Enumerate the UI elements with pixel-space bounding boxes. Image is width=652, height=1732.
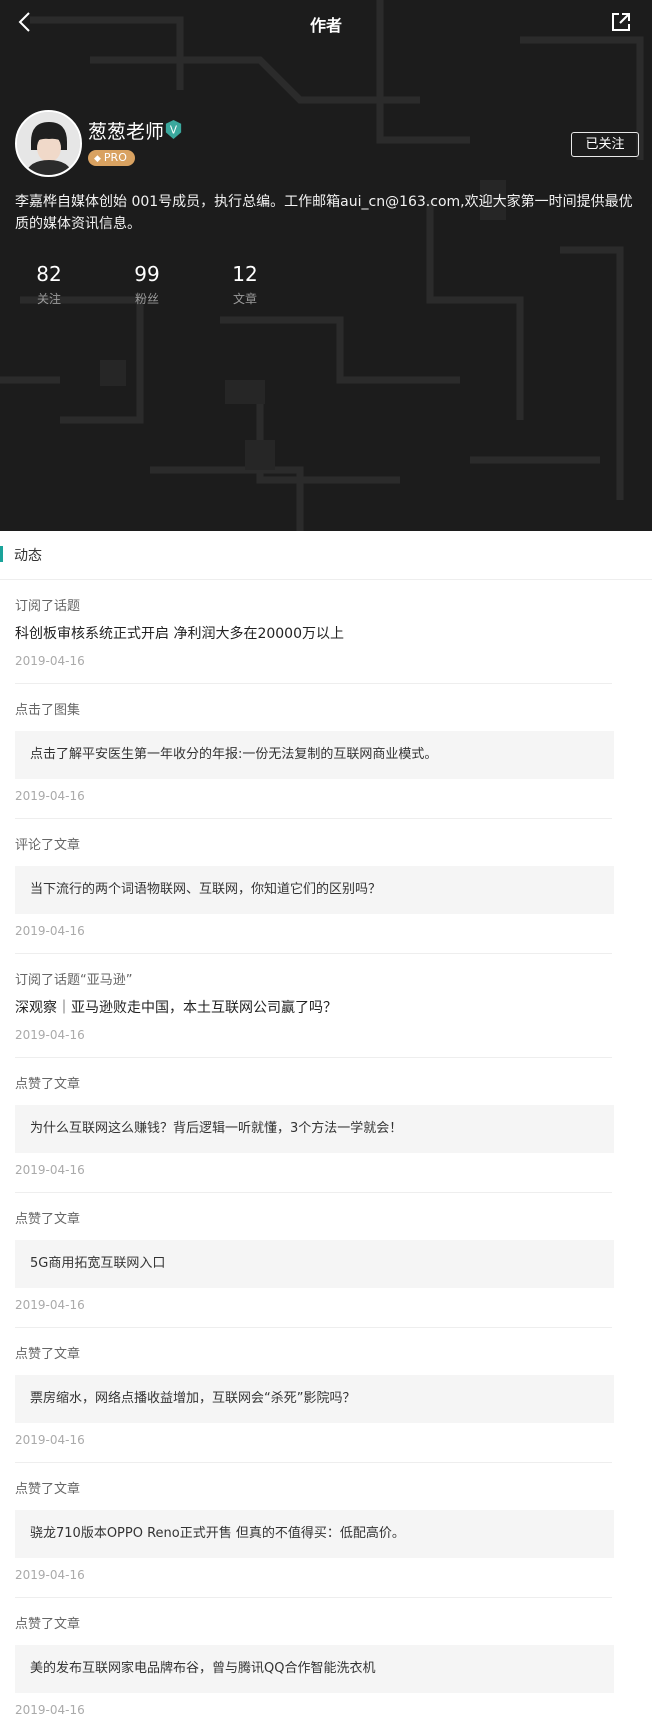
feed-content-card[interactable]: 票房缩水，网络点播收益增加，互联网会“杀死”影院吗？	[15, 1375, 614, 1423]
feed-action: 订阅了话题“亚马逊”	[15, 973, 133, 988]
feed-action: 评论了文章	[15, 838, 81, 853]
feed-content-card[interactable]: 美的发布互联网家电品牌布谷，曾与腾讯QQ合作智能洗衣机	[15, 1645, 614, 1693]
share-external-icon[interactable]	[610, 11, 632, 33]
section-accent-bar	[0, 546, 3, 562]
feed-item: 点赞了文章 5G商用拓宽互联网入口 2019-04-16	[15, 1193, 614, 1328]
pro-badge: ◆ PRO	[88, 150, 135, 166]
svg-text:V: V	[170, 124, 178, 136]
feed-content-link[interactable]: 深观察｜亚马逊败走中国，本土互联网公司赢了吗？	[15, 998, 612, 1018]
feed-content-card[interactable]: 骁龙710版本OPPO Reno正式开售 但真的不值得买：低配高价。	[15, 1510, 614, 1558]
feed-content-card[interactable]: 5G商用拓宽互联网入口	[15, 1240, 614, 1288]
feed-action: 点赞了文章	[15, 1077, 81, 1092]
activity-section-header: 动态	[0, 531, 652, 580]
profile-header: 作者 葱葱老师 V ◆ PRO 已关注 李嘉桦自媒体创始 001号成员，执行总编。…	[0, 0, 652, 531]
author-name: 葱葱老师	[88, 121, 165, 143]
feed-action: 点击了图集	[15, 703, 81, 718]
feed-item: 点赞了文章骁龙710版本OPPO Reno正式开售 但真的不值得买：低配高价。 2…	[15, 1463, 614, 1598]
feed-action: 订阅了话题	[15, 599, 81, 614]
feed-date: 2019-04-16	[15, 654, 85, 668]
section-title: 动态	[14, 548, 42, 564]
feed-action: 点赞了文章	[15, 1347, 81, 1362]
feed-date: 2019-04-16	[15, 1028, 85, 1042]
feed-item: 点赞了文章票房缩水，网络点播收益增加，互联网会“杀死”影院吗？ 2019-04-1…	[15, 1328, 614, 1463]
feed-content-link[interactable]: 科创板审核系统正式开启 净利润大多在20000万以上	[15, 624, 612, 644]
feed-date: 2019-04-16	[15, 924, 85, 938]
feed-date: 2019-04-16	[15, 1298, 85, 1312]
stat-label: 关注	[36, 292, 61, 306]
stat-label: 粉丝	[134, 292, 159, 306]
feed-content-card[interactable]: 点击了解平安医生第一年收分的年报:一份无法复制的互联网商业模式。	[15, 731, 614, 779]
feed-item: 点赞了文章为什么互联网这么赚钱？背后逻辑一听就懂，3个方法一学就会！ 2019-0…	[15, 1058, 614, 1193]
avatar[interactable]	[15, 110, 82, 177]
feed-date: 2019-04-16	[15, 1703, 85, 1717]
page-title: 作者	[309, 16, 342, 35]
feed-item: 订阅了话题“亚马逊” 深观察｜亚马逊败走中国，本土互联网公司赢了吗？ 2019-04…	[15, 954, 612, 1058]
feed-item: 点击了图集点击了解平安医生第一年收分的年报:一份无法复制的互联网商业模式。 201…	[15, 684, 614, 819]
activity-feed: 订阅了话题科创板审核系统正式开启 净利润大多在20000万以上 2019-04-1…	[0, 580, 652, 1732]
feed-content-card[interactable]: 当下流行的两个词语物联网、互联网，你知道它们的区别吗？	[15, 866, 614, 914]
feed-date: 2019-04-16	[15, 1568, 85, 1582]
avatar-image	[17, 112, 80, 175]
verified-v-icon: V	[165, 119, 182, 140]
stat-articles[interactable]: 12 文章	[210, 262, 280, 307]
feed-item: 评论了文章当下流行的两个词语物联网、互联网，你知道它们的区别吗？ 2019-04-…	[15, 819, 614, 954]
author-bio: 李嘉桦自媒体创始 001号成员，执行总编。工作邮箱aui_cn@163.com,…	[15, 194, 633, 232]
feed-date: 2019-04-16	[15, 1433, 85, 1447]
stat-followers[interactable]: 99 粉丝	[112, 262, 182, 307]
feed-date: 2019-04-16	[15, 1163, 85, 1177]
followed-button[interactable]: 已关注	[571, 132, 639, 157]
top-bar: 作者	[0, 0, 652, 44]
pro-label: PRO	[103, 151, 127, 164]
background-pattern	[0, 0, 644, 531]
stat-following[interactable]: 82 关注	[14, 262, 84, 307]
stat-value: 82	[36, 262, 62, 286]
feed-item: 订阅了话题科创板审核系统正式开启 净利润大多在20000万以上 2019-04-1…	[15, 580, 612, 684]
feed-content-card[interactable]: 为什么互联网这么赚钱？背后逻辑一听就懂，3个方法一学就会！	[15, 1105, 614, 1153]
feed-date: 2019-04-16	[15, 789, 85, 803]
feed-action: 点赞了文章	[15, 1617, 81, 1632]
diamond-icon: ◆	[94, 154, 101, 164]
stat-label: 文章	[232, 292, 257, 306]
feed-action: 点赞了文章	[15, 1212, 81, 1227]
stat-value: 12	[232, 262, 258, 286]
stat-value: 99	[134, 262, 160, 286]
feed-action: 点赞了文章	[15, 1482, 81, 1497]
feed-item: 点赞了文章美的发布互联网家电品牌布谷，曾与腾讯QQ合作智能洗衣机 2019-04-…	[15, 1598, 614, 1732]
